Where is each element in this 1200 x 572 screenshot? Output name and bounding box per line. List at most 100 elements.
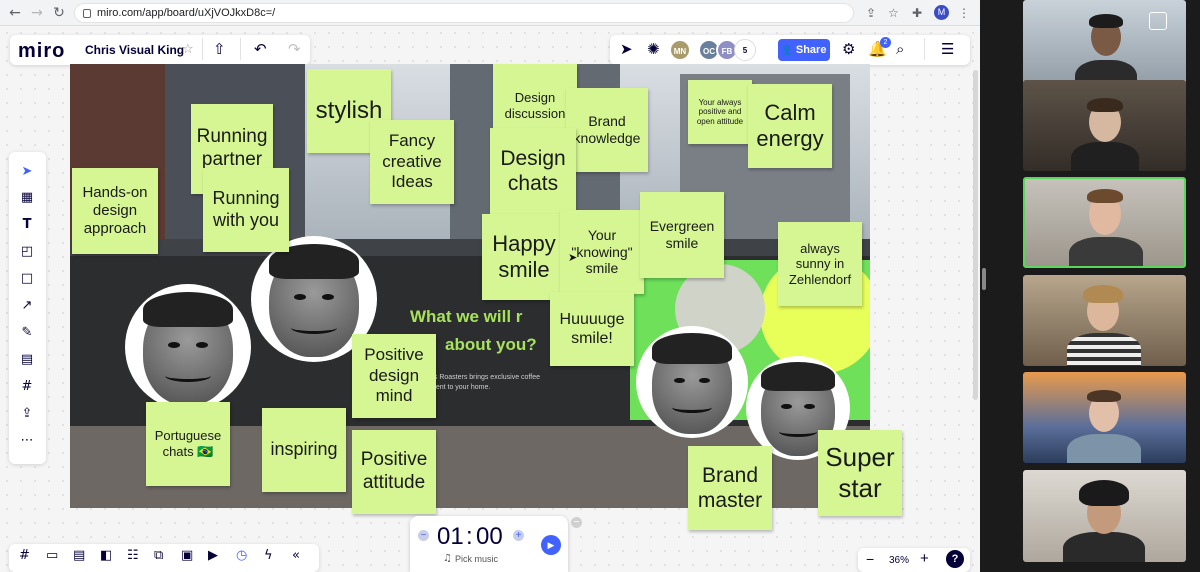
timer-increase-button[interactable]: + <box>513 530 524 541</box>
billboard-headline: What we will r <box>410 307 523 326</box>
participant-hair <box>1089 14 1123 28</box>
undo-icon[interactable]: ↶ <box>254 40 267 58</box>
sticky-note-icon[interactable]: ◰ <box>19 244 35 260</box>
sidebar-resize-handle[interactable] <box>982 268 986 290</box>
board-title[interactable]: Chris Visual King <box>85 43 184 57</box>
reload-icon[interactable]: ↻ <box>50 4 68 22</box>
participant-video-tile-active[interactable] <box>1023 177 1186 268</box>
participant-video-tile[interactable] <box>1023 80 1186 171</box>
billboard-subtext: ment to your home. <box>430 384 491 391</box>
sticky-note[interactable]: Portuguese chats 🇧🇷 <box>146 402 230 486</box>
participant-video-tile[interactable] <box>1023 0 1186 91</box>
participant-body <box>1069 237 1143 266</box>
sticky-note[interactable]: Brand knowledge <box>566 88 648 172</box>
timer-separator: : <box>466 523 473 550</box>
notification-badge: 2 <box>880 37 891 48</box>
search-icon[interactable]: ⌕ <box>896 40 904 58</box>
participant-body <box>1067 333 1141 366</box>
sticky-note[interactable]: Brand master <box>688 446 772 530</box>
sticky-note[interactable]: Huuuuge smile! <box>550 292 634 366</box>
text-tool-icon[interactable]: T <box>19 217 35 233</box>
vertical-scrollbar[interactable] <box>973 70 978 400</box>
timer-icon[interactable]: ◷ <box>236 548 247 563</box>
face-eye <box>781 403 792 410</box>
settings-sliders-icon[interactable]: ⚙ <box>842 40 855 58</box>
zoom-out-button[interactable]: − <box>866 551 874 567</box>
collapse-icon[interactable]: « <box>292 548 300 563</box>
share-label: Share <box>795 44 827 56</box>
sticky-note[interactable]: inspiring <box>262 408 346 492</box>
face-hair <box>142 291 234 327</box>
upload-icon[interactable]: ⇪ <box>19 406 35 422</box>
sticky-note[interactable]: always sunny in Zehlendorf <box>778 222 862 306</box>
user-icon: 👤 <box>781 46 796 56</box>
sticky-note[interactable]: Positive attitude <box>352 430 436 514</box>
share-screen-icon[interactable]: ⧉ <box>154 548 163 563</box>
menu-dots-icon[interactable]: ⋮ <box>958 5 970 21</box>
participant-hair <box>1087 189 1123 203</box>
share-button[interactable]: 👤 Share <box>778 39 830 61</box>
redo-icon[interactable]: ↷ <box>288 40 301 58</box>
pen-tool-icon[interactable]: ✎ <box>19 325 35 341</box>
face-hair <box>651 332 733 365</box>
select-tool-icon[interactable]: ➤ <box>19 164 35 180</box>
sticky-note[interactable]: Positive design mind <box>352 334 436 418</box>
zoom-level[interactable]: 36% <box>889 555 909 566</box>
cursor-follow-icon[interactable]: ➤ <box>620 40 633 58</box>
comments-icon[interactable]: ▤ <box>73 548 85 563</box>
sticky-note[interactable]: Hands-on design approach <box>72 168 158 254</box>
presentation-icon[interactable]: ▭ <box>46 548 58 563</box>
cards-icon[interactable]: ☷ <box>127 548 139 563</box>
participant-video-tile[interactable] <box>1023 275 1186 366</box>
participant-video-tile[interactable] <box>1023 470 1186 562</box>
sticky-note[interactable]: Your always positive and open attitude <box>688 80 752 144</box>
lightning-icon[interactable]: ϟ <box>264 548 273 563</box>
sticky-note[interactable]: Happy smile <box>482 214 566 300</box>
sticky-note[interactable]: Running with you <box>203 168 289 252</box>
sticky-note[interactable]: Design chats <box>490 128 576 214</box>
timer-play-button[interactable]: ▶ <box>541 535 561 555</box>
divider <box>924 38 925 60</box>
face-cutout-image[interactable] <box>125 284 251 410</box>
participant-body <box>1063 532 1145 562</box>
video-call-icon[interactable]: ▶ <box>208 548 218 563</box>
sticky-note[interactable]: Evergreen smile <box>640 192 724 278</box>
sticky-note[interactable]: Fancy creative Ideas <box>370 120 454 204</box>
connector-arrow-icon[interactable]: ↗ <box>19 298 35 314</box>
extensions-icon[interactable]: ✚ <box>912 5 922 21</box>
pick-music-link[interactable]: Pick music <box>455 554 498 564</box>
collaborator-avatar[interactable]: MN <box>669 39 691 61</box>
frame-tool-icon[interactable]: # <box>19 379 35 395</box>
shape-tool-icon[interactable]: □ <box>19 271 35 287</box>
celebrate-icon[interactable]: ✺ <box>647 40 660 58</box>
frames-icon[interactable]: # <box>19 548 30 563</box>
forward-icon[interactable]: → <box>28 4 46 22</box>
miro-logo[interactable]: miro <box>18 40 65 63</box>
collaborator-count[interactable]: 5 <box>734 39 756 61</box>
star-board-icon[interactable]: ☆ <box>182 42 194 57</box>
bookmark-star-icon[interactable]: ☆ <box>888 5 899 21</box>
music-note-icon: ♫ <box>443 553 452 564</box>
timer-seconds[interactable]: 00 <box>476 523 503 551</box>
comment-icon[interactable]: ▤ <box>19 352 35 368</box>
screen-record-icon[interactable]: ▣ <box>181 548 193 563</box>
board-menu-icon[interactable]: ☰ <box>941 40 954 58</box>
templates-icon[interactable]: ▦ <box>19 190 35 206</box>
chat-icon[interactable]: ◧ <box>100 548 112 563</box>
timer-decrease-button[interactable]: − <box>418 530 429 541</box>
share-page-icon[interactable]: ⇪ <box>866 5 876 21</box>
sticky-note[interactable]: Super star <box>818 430 902 516</box>
address-bar[interactable]: miro.com/app/board/uXjVOJkxD8c=/ <box>74 3 854 23</box>
export-icon[interactable]: ⇧ <box>213 40 226 58</box>
face-eye <box>804 403 815 410</box>
timer-close-button[interactable]: − <box>571 517 582 528</box>
timer-minutes[interactable]: 01 <box>437 523 464 551</box>
more-tools-icon[interactable]: ⋯ <box>19 433 35 449</box>
sticky-note[interactable]: Calm energy <box>748 84 832 168</box>
profile-avatar[interactable]: M <box>934 5 949 20</box>
help-button[interactable]: ? <box>946 550 964 568</box>
face-cutout-image[interactable] <box>636 326 748 438</box>
zoom-in-button[interactable]: + <box>920 550 929 567</box>
back-icon[interactable]: ← <box>6 4 24 22</box>
participant-video-tile[interactable] <box>1023 372 1186 463</box>
